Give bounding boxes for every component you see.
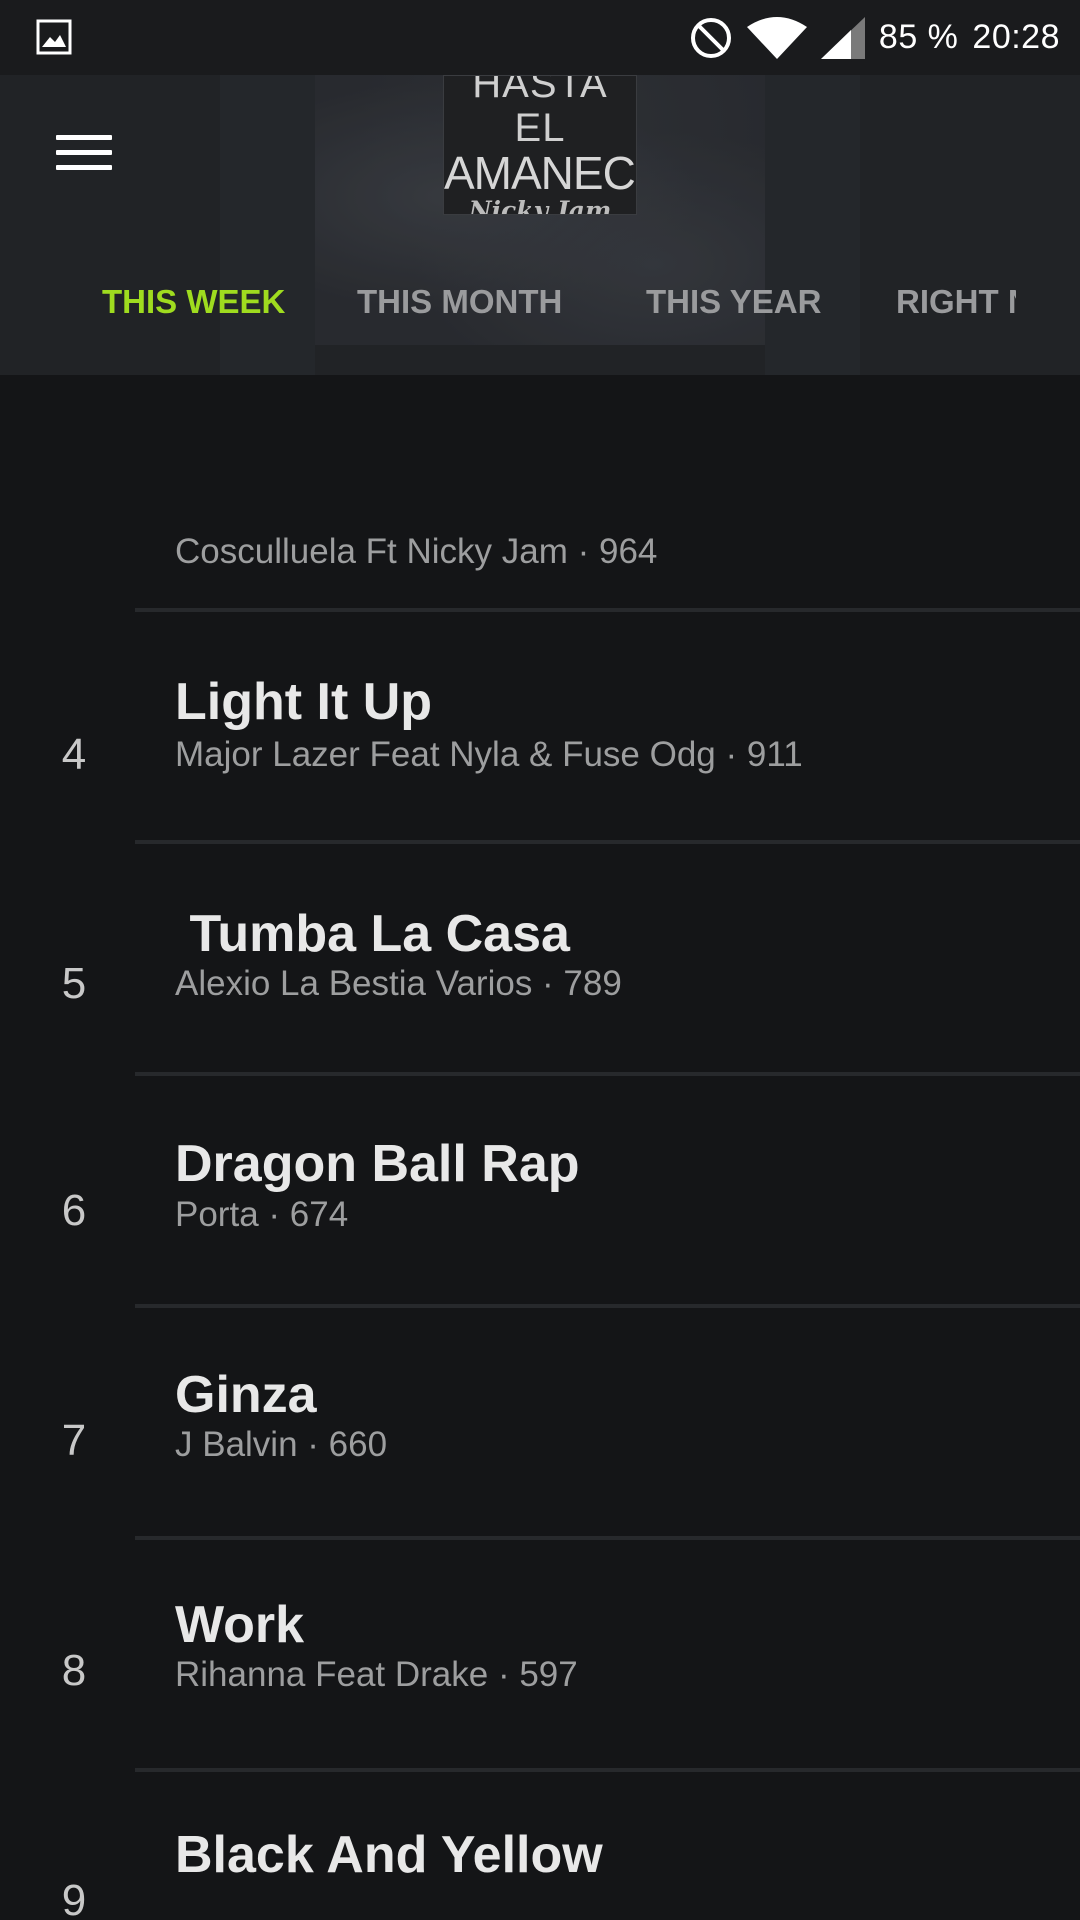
song-rank: 8 (61, 1646, 87, 1695)
song-rank: 5 (61, 959, 87, 1008)
tab-bar: THIS WEEK THIS MONTH THIS YEAR RIGHT NOW (0, 272, 1080, 375)
song-subtitle: Alexio La Bestia Varios · 789 (175, 964, 622, 1003)
clock: 20:28 (972, 18, 1060, 56)
tab-this-month[interactable]: THIS MONTH (357, 272, 562, 375)
song-subtitle: Cosculluela Ft Nicky Jam · 964 (175, 532, 658, 571)
album-cover: HASTA EL AMANECER Nicky Jam (443, 75, 637, 215)
song-title: Black And Yellow (175, 1826, 603, 1884)
song-subtitle: J Balvin · 660 (175, 1425, 388, 1464)
song-rank: 7 (61, 1416, 87, 1465)
song-title: Work (175, 1596, 305, 1654)
song-title: Dragon Ball Rap (175, 1135, 580, 1193)
album-title-line1: HASTA EL (472, 75, 608, 150)
song-rank: 4 (61, 730, 87, 779)
list-item[interactable]: 5 Tumba La Casa Alexio La Bestia Varios … (0, 844, 1080, 1076)
song-rank: 9 (61, 1876, 87, 1920)
list-item[interactable]: 4 Light It Up Major Lazer Feat Nyla & Fu… (0, 612, 1080, 844)
wifi-icon (746, 16, 807, 59)
do-not-disturb-icon (689, 16, 733, 60)
song-subtitle: Rihanna Feat Drake · 597 (175, 1655, 578, 1694)
list-item[interactable]: 6 Dragon Ball Rap Porta · 674 (0, 1076, 1080, 1308)
list-item[interactable]: Cosculluela Ft Nicky Jam · 964 (0, 380, 1080, 612)
tab-right-now[interactable]: RIGHT NOW (896, 272, 1016, 375)
status-right-group: 85 % 20:28 (689, 0, 1060, 75)
list-item[interactable]: 8 Work Rihanna Feat Drake · 597 (0, 1540, 1080, 1772)
hamburger-menu-icon[interactable] (44, 127, 124, 177)
song-title: Tumba La Casa (175, 905, 570, 963)
album-title-line2: AMANECER (444, 147, 636, 199)
tab-this-week[interactable]: THIS WEEK (102, 272, 285, 375)
header: HASTA EL AMANECER Nicky Jam THIS WEEK TH… (0, 75, 1080, 375)
tab-this-year[interactable]: THIS YEAR (646, 272, 821, 375)
album-artist: Nicky Jam (468, 196, 612, 215)
song-subtitle: Porta · 674 (175, 1195, 349, 1234)
list-item[interactable]: 7 Ginza J Balvin · 660 (0, 1308, 1080, 1540)
song-subtitle: Major Lazer Feat Nyla & Fuse Odg · 911 (175, 735, 803, 774)
song-title: Light It Up (175, 673, 433, 731)
list-item[interactable]: 9 Black And Yellow (0, 1772, 1080, 1920)
song-list[interactable]: Cosculluela Ft Nicky Jam · 964 4 Light I… (0, 375, 1080, 1920)
song-rank: 6 (61, 1186, 87, 1235)
status-bar: 85 % 20:28 (0, 0, 1080, 75)
song-title: Ginza (175, 1366, 317, 1424)
cell-signal-icon (820, 16, 865, 59)
image-icon (36, 19, 72, 55)
battery-level: 85 % (878, 18, 959, 56)
